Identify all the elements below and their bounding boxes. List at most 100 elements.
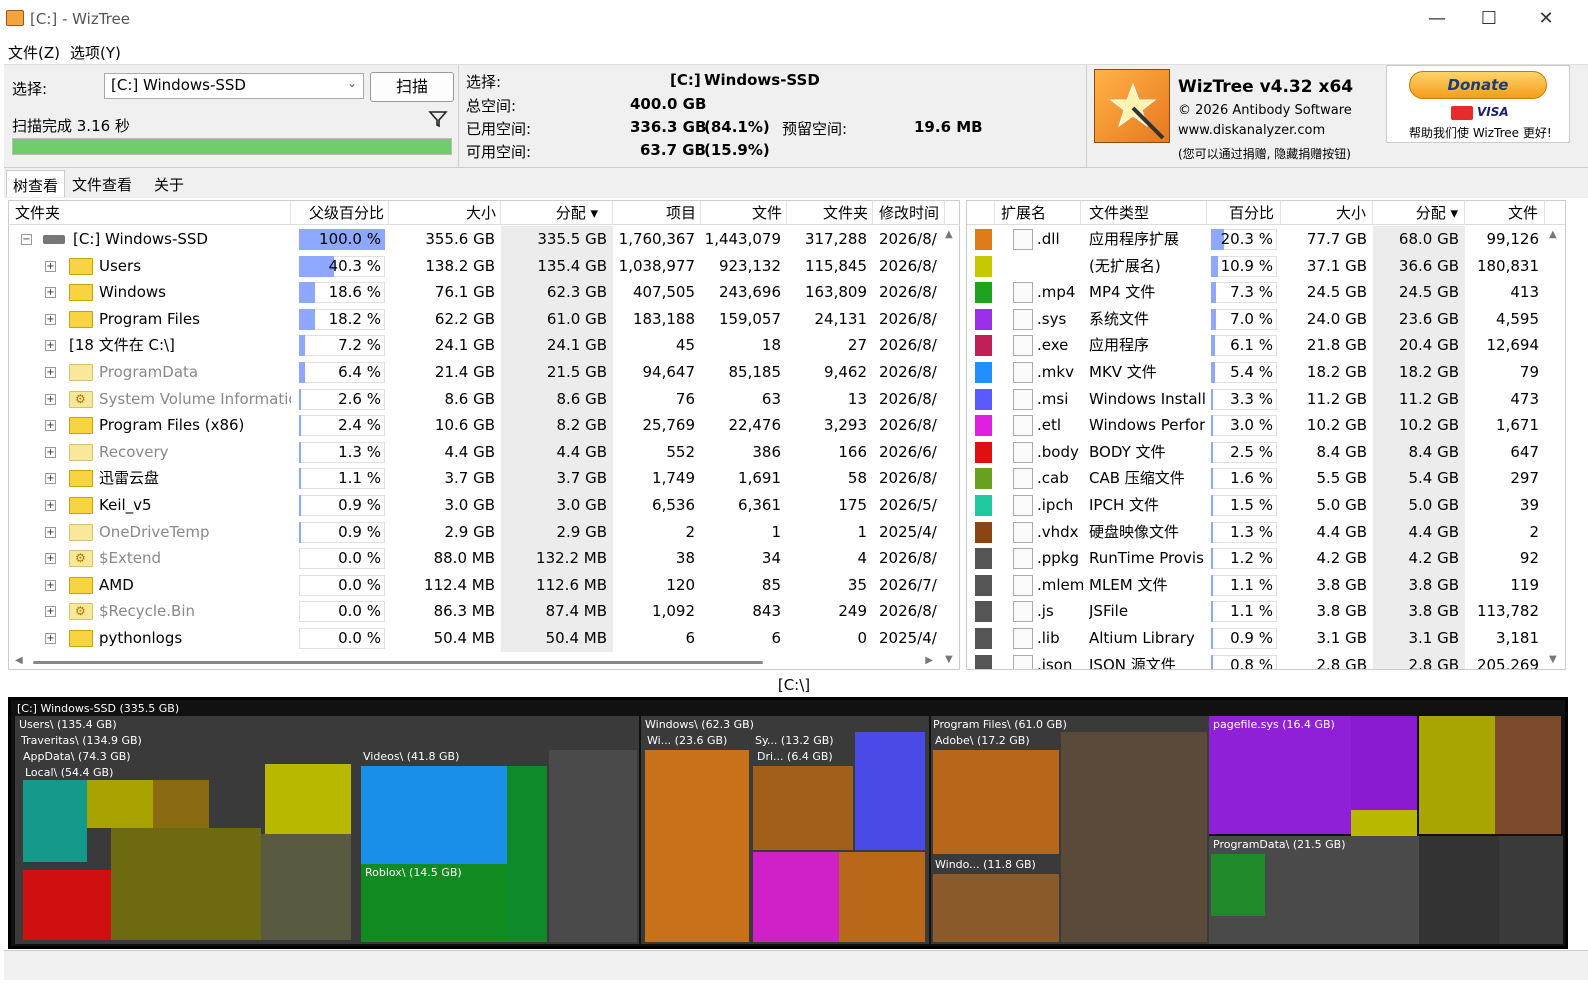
- tab-file-view[interactable]: 文件查看: [66, 170, 138, 197]
- col-folders[interactable]: 文件夹: [787, 201, 873, 225]
- ext-row[interactable]: .mkv MKV 文件 5.4 % 18.2 GB 18.2 GB 79: [967, 359, 1565, 386]
- ext-row[interactable]: .exe 应用程序 6.1 % 21.8 GB 20.4 GB 12,694: [967, 332, 1565, 359]
- tree-vertical-scrollbar[interactable]: ▲ ▼: [943, 227, 957, 667]
- ext-name: .body: [1037, 442, 1079, 461]
- modified-cell: 2026/8/: [879, 283, 937, 302]
- ext-row[interactable]: .vhdx 硬盘映像文件 1.3 % 4.4 GB 4.4 GB 2: [967, 518, 1565, 546]
- tree-row[interactable]: + [18 文件在 C:\] 7.2 % 24.1 GB 24.1 GB 45 18 27 20…: [9, 332, 959, 359]
- col-file-type[interactable]: 文件类型: [1081, 201, 1207, 225]
- ext-row[interactable]: .dll 应用程序扩展 20.3 % 77.7 GB 68.0 GB 99,126: [967, 226, 1565, 253]
- tree-row[interactable]: + Windows 18.6 % 76.1 GB 62.3 GB 407,505 243,6…: [9, 279, 959, 306]
- expand-icon[interactable]: +: [45, 500, 56, 511]
- col-allocated[interactable]: 分配 ▾: [501, 201, 613, 225]
- tab-tree-view[interactable]: 树查看: [6, 170, 66, 197]
- col-ext-allocated[interactable]: 分配 ▾: [1373, 201, 1465, 225]
- expand-icon[interactable]: +: [45, 367, 56, 378]
- donate-button[interactable]: Donate: [1409, 71, 1547, 99]
- ext-allocated-cell: 24.5 GB: [1373, 279, 1465, 306]
- expand-icon[interactable]: +: [45, 287, 56, 299]
- menu-file[interactable]: 文件(Z): [8, 42, 60, 63]
- ext-color-swatch: [975, 521, 992, 543]
- ext-row[interactable]: .js JSFile 1.1 % 3.8 GB 3.8 GB 113,782: [967, 598, 1565, 625]
- col-items[interactable]: 项目: [613, 201, 701, 225]
- expand-icon[interactable]: +: [45, 633, 56, 644]
- col-parent-pct[interactable]: 父级百分比: [291, 201, 389, 225]
- col-modified[interactable]: 修改时间: [873, 201, 945, 225]
- expand-icon[interactable]: +: [45, 446, 56, 458]
- tree-row[interactable]: + OneDriveTemp 0.9 % 2.9 GB 2.9 GB 2 1 1 2025/4/: [9, 518, 959, 546]
- tree-row[interactable]: + ⚙ $Recycle.Bin 0.0 % 86.3 MB 87.4 MB 1,092 84…: [9, 598, 959, 625]
- ext-row[interactable]: .lib Altium Library 0.9 % 3.1 GB 3.1 GB 3,181: [967, 625, 1565, 652]
- tree-row[interactable]: + Program Files (x86) 2.4 % 10.6 GB 8.2 GB 25…: [9, 412, 959, 439]
- modified-cell: 2026/8/: [879, 469, 937, 488]
- treemap-pagefile[interactable]: [1209, 716, 1351, 834]
- tree-row[interactable]: + Recovery 1.3 % 4.4 GB 4.4 GB 552 386 166 2026/…: [9, 438, 959, 466]
- treemap[interactable]: [C:] Windows-SSD (335.5 GB) Users\ (135.…: [8, 697, 1568, 949]
- tree-row[interactable]: + ⚙ System Volume Information 2.6 % 8.6 GB 8.…: [9, 385, 959, 413]
- expand-icon[interactable]: +: [45, 473, 56, 485]
- parent-pct-cell: 1.3 %: [299, 439, 387, 466]
- payment-cards-icon: VISA: [1451, 104, 1509, 122]
- col-size[interactable]: 大小: [389, 201, 501, 225]
- tree-row[interactable]: + ProgramData 6.4 % 21.4 GB 21.5 GB 94,647 85,…: [9, 359, 959, 386]
- ext-row[interactable]: .mlem MLEM 文件 1.1 % 3.8 GB 3.8 GB 119: [967, 571, 1565, 599]
- tab-about[interactable]: 关于: [148, 170, 190, 197]
- folder-icon: [69, 310, 93, 328]
- ext-row[interactable]: .mp4 MP4 文件 7.3 % 24.5 GB 24.5 GB 413: [967, 279, 1565, 306]
- col-ext-size[interactable]: 大小: [1281, 201, 1373, 225]
- treemap-block: [361, 766, 507, 864]
- expand-icon[interactable]: +: [45, 420, 56, 432]
- tree-row[interactable]: + 迅雷云盘 1.1 % 3.7 GB 3.7 GB 1,749 1,691 58 2026/8…: [9, 465, 959, 492]
- minimize-button[interactable]: —: [1426, 8, 1448, 30]
- folders-cell: 24,131: [814, 309, 868, 328]
- chevron-down-icon: ⌄: [346, 76, 357, 90]
- ext-vertical-scrollbar[interactable]: ▲ ▼: [1547, 227, 1561, 667]
- filter-icon[interactable]: [428, 109, 448, 129]
- ext-size-cell: 37.1 GB: [1306, 256, 1367, 275]
- ext-color-swatch: [975, 335, 992, 357]
- ext-color-swatch: [975, 654, 992, 669]
- close-button[interactable]: ✕: [1535, 8, 1557, 30]
- collapse-icon[interactable]: −: [21, 234, 32, 245]
- maximize-button[interactable]: ☐: [1478, 8, 1500, 30]
- expand-icon[interactable]: +: [45, 579, 56, 591]
- col-files[interactable]: 文件: [701, 201, 787, 225]
- ext-row[interactable]: (无扩展名) 10.9 % 37.1 GB 36.6 GB 180,831: [967, 252, 1565, 280]
- pct-bar: [1211, 495, 1213, 516]
- ext-row[interactable]: .msi Windows Installe 3.3 % 11.2 GB 11.2 GB 4…: [967, 385, 1565, 413]
- expand-icon[interactable]: +: [45, 340, 56, 352]
- expand-icon[interactable]: +: [45, 526, 56, 538]
- expand-icon[interactable]: +: [45, 393, 56, 405]
- menu-options[interactable]: 选项(Y): [70, 42, 121, 63]
- expand-icon[interactable]: +: [45, 553, 56, 565]
- col-folder[interactable]: 文件夹: [9, 201, 291, 225]
- ext-row[interactable]: .json JSON 源文件 0.8 % 2.8 GB 2.8 GB 205,269: [967, 651, 1565, 669]
- tree-row[interactable]: + ⚙ $Extend 0.0 % 88.0 MB 132.2 MB 38 34 4 2026/8…: [9, 545, 959, 572]
- ext-row[interactable]: .cab CAB 压缩文件 1.6 % 5.5 GB 5.4 GB 297: [967, 465, 1565, 492]
- parent-pct-cell: 0.0 %: [299, 625, 387, 652]
- ext-row[interactable]: .body BODY 文件 2.5 % 8.4 GB 8.4 GB 647: [967, 438, 1565, 466]
- expand-icon[interactable]: +: [45, 260, 56, 272]
- ext-row[interactable]: .ppkg RunTime Provisi 1.2 % 4.2 GB 4.2 GB 92: [967, 545, 1565, 572]
- website-link[interactable]: www.diskanalyzer.com: [1178, 123, 1325, 138]
- ext-row[interactable]: .sys 系统文件 7.0 % 24.0 GB 23.6 GB 4,595: [967, 305, 1565, 333]
- col-ext-files[interactable]: 文件: [1465, 201, 1545, 225]
- drive-select[interactable]: [C:] Windows-SSD ⌄: [104, 73, 364, 99]
- tree-row[interactable]: − [C:] Windows-SSD 100.0 % 355.6 GB 335.5 GB…: [9, 226, 959, 253]
- tree-row[interactable]: + Keil_v5 0.9 % 3.0 GB 3.0 GB 6,536 6,361 175 20…: [9, 492, 959, 519]
- col-extension[interactable]: 扩展名: [995, 201, 1081, 225]
- tree-row[interactable]: + Users 40.3 % 138.2 GB 135.4 GB 1,038,977 923…: [9, 252, 959, 280]
- pct-bar: [299, 335, 306, 357]
- tree-horizontal-scrollbar[interactable]: ◀ ▶: [9, 655, 939, 669]
- ext-pct-cell: 7.3 %: [1211, 279, 1279, 306]
- ext-row[interactable]: .etl Windows Perfori 3.0 % 10.2 GB 10.2 GB 1,…: [967, 412, 1565, 439]
- tree-row[interactable]: + Program Files 18.2 % 62.2 GB 61.0 GB 183,18…: [9, 305, 959, 333]
- tree-row[interactable]: + pythonlogs 0.0 % 50.4 MB 50.4 MB 6 6 0 2025/4/: [9, 625, 959, 652]
- expand-icon[interactable]: +: [45, 606, 56, 618]
- col-percent[interactable]: 百分比: [1207, 201, 1281, 225]
- scan-button[interactable]: 扫描: [370, 72, 454, 102]
- pct-bar: [1211, 415, 1213, 437]
- ext-row[interactable]: .ipch IPCH 文件 1.5 % 5.0 GB 5.0 GB 39: [967, 492, 1565, 519]
- tree-row[interactable]: + AMD 0.0 % 112.4 MB 112.6 MB 120 85 35 2026/7/: [9, 571, 959, 599]
- expand-icon[interactable]: +: [45, 313, 56, 325]
